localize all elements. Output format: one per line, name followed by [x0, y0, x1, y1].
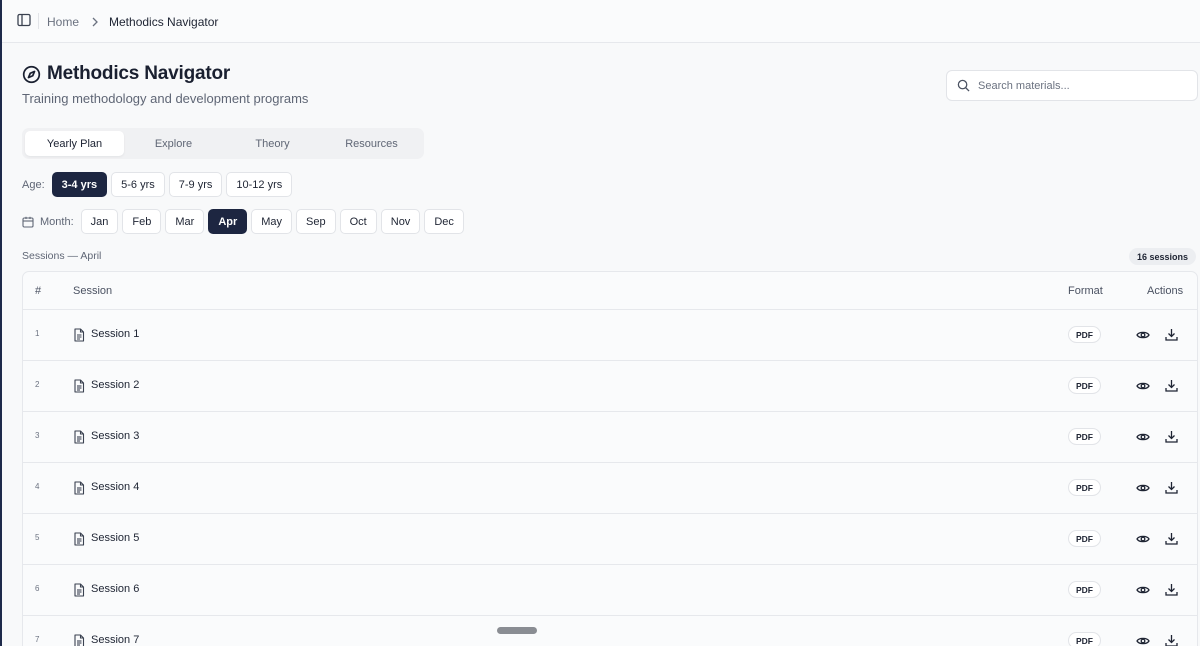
month-option-feb[interactable]: Feb	[122, 209, 162, 234]
file-text-icon	[74, 328, 85, 342]
eye-icon[interactable]	[1136, 328, 1150, 342]
table-row[interactable]: 7 Session 7 PDF	[23, 616, 1197, 646]
sessions-count-badge: 16 sessions	[1129, 248, 1197, 265]
format-badge: PDF	[1068, 326, 1101, 343]
format-badge: PDF	[1068, 428, 1101, 445]
top-bar: Home Methodics Navigator	[2, 0, 1200, 43]
search-input[interactable]	[978, 79, 1178, 92]
compass-icon	[22, 65, 41, 83]
breadcrumb: Home Methodics Navigator	[47, 0, 218, 43]
download-icon[interactable]	[1165, 583, 1178, 596]
tab-resources[interactable]: Resources	[322, 131, 421, 156]
age-filter-label: Age:	[22, 178, 45, 191]
breadcrumb-current: Methodics Navigator	[109, 14, 219, 29]
tab-theory[interactable]: Theory	[223, 131, 322, 156]
tab-bar: Yearly Plan Explore Theory Resources	[22, 128, 424, 159]
topbar-divider	[38, 13, 39, 29]
scroll-handle[interactable]	[497, 627, 537, 634]
file-text-icon	[74, 481, 85, 495]
table-row[interactable]: 4 Session 4 PDF	[23, 463, 1197, 514]
row-number: 5	[35, 533, 40, 542]
row-number: 6	[35, 584, 40, 593]
column-header-session: Session	[73, 284, 113, 297]
search-icon	[957, 79, 970, 92]
download-icon[interactable]	[1165, 430, 1178, 443]
format-badge: PDF	[1068, 479, 1101, 496]
page-subtitle: Training methodology and development pro…	[22, 91, 309, 106]
session-name[interactable]: Session 3	[91, 430, 139, 442]
age-option-7-9[interactable]: 7-9 yrs	[168, 172, 223, 197]
month-option-jan[interactable]: Jan	[80, 209, 119, 234]
file-text-icon	[74, 583, 85, 597]
eye-icon[interactable]	[1136, 634, 1150, 646]
tab-explore[interactable]: Explore	[124, 131, 223, 156]
format-badge: PDF	[1068, 632, 1101, 646]
file-text-icon	[74, 430, 85, 444]
chevron-right-icon	[92, 17, 98, 26]
eye-icon[interactable]	[1136, 379, 1150, 393]
eye-icon[interactable]	[1136, 430, 1150, 444]
column-header-actions: Actions	[1147, 284, 1184, 297]
format-badge: PDF	[1068, 530, 1101, 547]
format-badge: PDF	[1068, 377, 1101, 394]
tab-yearly-plan[interactable]: Yearly Plan	[25, 131, 124, 156]
download-icon[interactable]	[1165, 379, 1178, 392]
page-header: Methodics Navigator	[22, 63, 230, 85]
table-row[interactable]: 5 Session 5 PDF	[23, 514, 1197, 565]
age-option-10-12[interactable]: 10-12 yrs	[226, 172, 293, 197]
file-text-icon	[74, 532, 85, 546]
sessions-heading: Sessions — April	[22, 250, 102, 262]
month-option-dec[interactable]: Dec	[424, 209, 464, 234]
month-option-may[interactable]: May	[251, 209, 293, 234]
row-number: 7	[35, 635, 40, 644]
eye-icon[interactable]	[1136, 583, 1150, 597]
session-name[interactable]: Session 6	[91, 583, 139, 595]
download-icon[interactable]	[1165, 481, 1178, 494]
session-name[interactable]: Session 4	[91, 481, 139, 493]
session-name[interactable]: Session 7	[91, 634, 139, 646]
month-filter-label-wrap: Month:	[22, 216, 74, 228]
eye-icon[interactable]	[1136, 532, 1150, 546]
month-option-sep[interactable]: Sep	[296, 209, 336, 234]
search-box[interactable]	[946, 70, 1198, 101]
calendar-icon	[22, 216, 34, 228]
table-body: 1 Session 1 PDF 2 Session 2 PDF 3 Sessio…	[23, 310, 1197, 646]
window-edge	[0, 0, 2, 646]
age-option-5-6[interactable]: 5-6 yrs	[111, 172, 165, 197]
month-option-oct[interactable]: Oct	[339, 209, 377, 234]
download-icon[interactable]	[1165, 328, 1178, 341]
breadcrumb-home-link[interactable]: Home	[47, 15, 79, 29]
file-text-icon	[74, 634, 85, 646]
eye-icon[interactable]	[1136, 481, 1150, 495]
table-row[interactable]: 3 Session 3 PDF	[23, 412, 1197, 463]
month-option-mar[interactable]: Mar	[165, 209, 205, 234]
format-badge: PDF	[1068, 581, 1101, 598]
sidebar-toggle-icon[interactable]	[17, 13, 31, 27]
file-text-icon	[74, 379, 85, 393]
age-option-3-4[interactable]: 3-4 yrs	[51, 172, 108, 197]
download-icon[interactable]	[1165, 634, 1178, 646]
table-row[interactable]: 6 Session 6 PDF	[23, 565, 1197, 616]
session-name[interactable]: Session 5	[91, 532, 139, 544]
table-row[interactable]: 2 Session 2 PDF	[23, 361, 1197, 412]
page-title: Methodics Navigator	[47, 63, 231, 84]
month-filter-label: Month:	[40, 215, 74, 228]
month-option-nov[interactable]: Nov	[380, 209, 421, 234]
table-row[interactable]: 1 Session 1 PDF	[23, 310, 1197, 361]
session-name[interactable]: Session 1	[91, 328, 139, 340]
session-name[interactable]: Session 2	[91, 379, 139, 391]
month-filter: Month: Jan Feb Mar Apr May Sep Oct Nov D…	[22, 209, 468, 234]
row-number: 3	[35, 431, 40, 440]
download-icon[interactable]	[1165, 532, 1178, 545]
column-header-format: Format	[1068, 284, 1103, 297]
column-header-number: #	[35, 284, 42, 297]
table-header: # Session Format Actions	[23, 272, 1197, 310]
age-filter: Age: 3-4 yrs 5-6 yrs 7-9 yrs 10-12 yrs	[22, 172, 296, 197]
row-number: 4	[35, 482, 40, 491]
row-number: 2	[35, 380, 40, 389]
sessions-table: # Session Format Actions 1 Session 1 PDF…	[22, 271, 1198, 646]
month-option-apr[interactable]: Apr	[208, 209, 248, 234]
row-number: 1	[35, 329, 40, 338]
